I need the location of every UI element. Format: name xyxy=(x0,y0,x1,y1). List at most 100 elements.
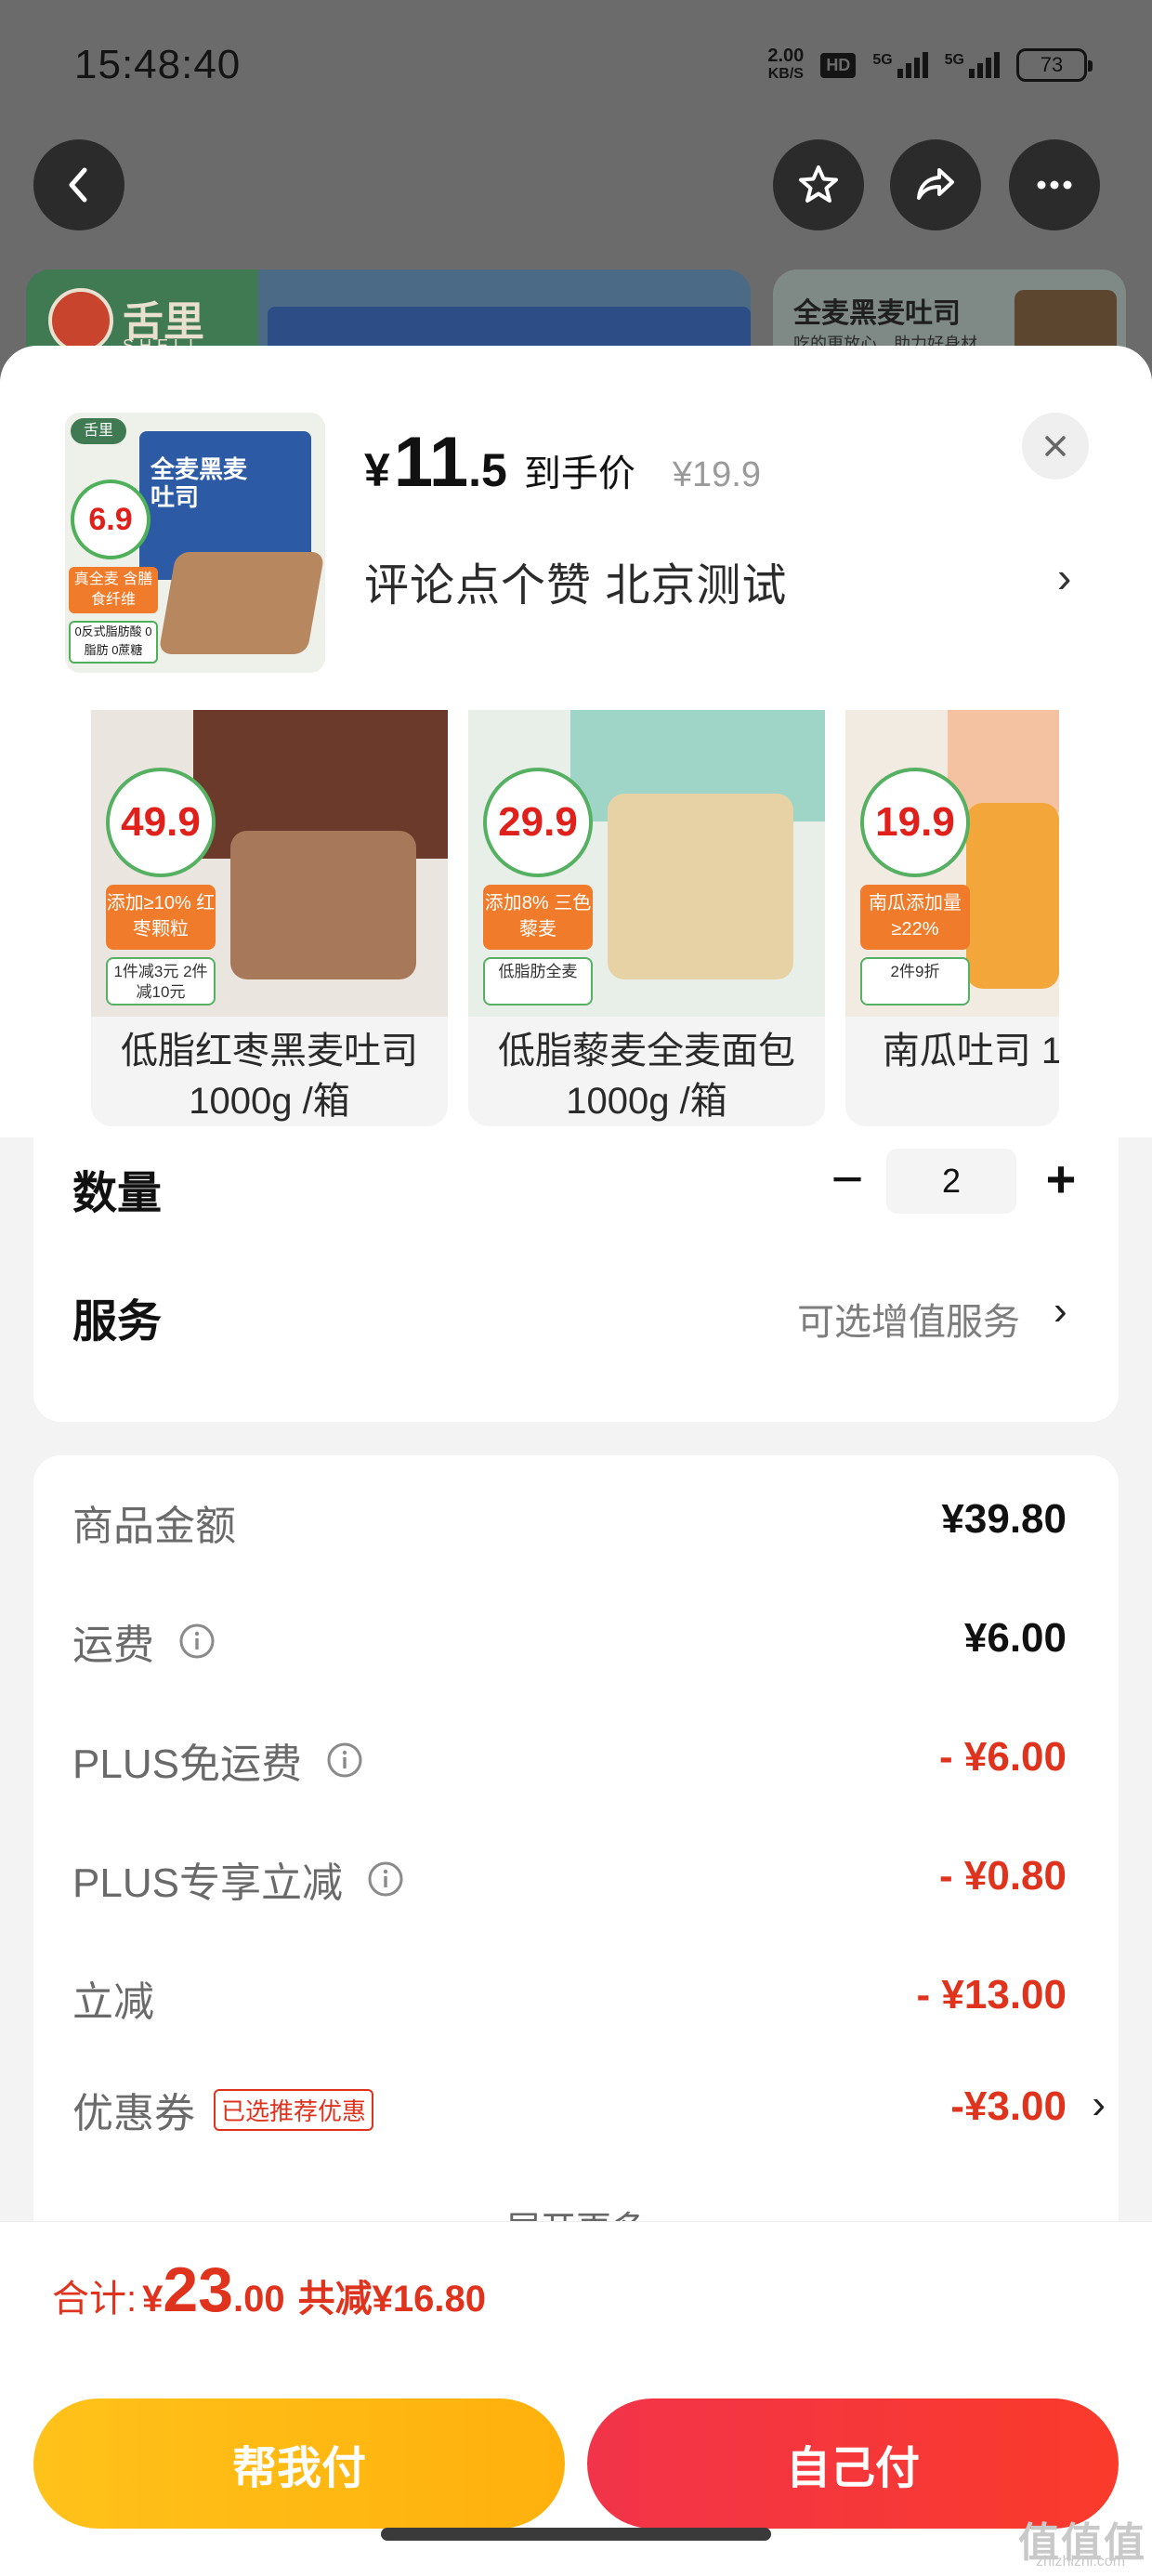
price-row-coupon[interactable]: 优惠券 已选推荐优惠 -¥3.00 › xyxy=(72,2080,1106,2154)
quantity-label: 数量 xyxy=(72,1169,163,1218)
price-decimal: .5 xyxy=(468,444,507,496)
signal-icon-2: 5G xyxy=(945,52,1000,78)
watermark-sub: zhizhizhi.com xyxy=(1035,2554,1126,2569)
net-speed-unit: KB/S xyxy=(767,66,804,82)
variant-tag-2: 低脂肪全麦 xyxy=(483,957,593,1005)
price-row-plus-shipping: PLUS免运费 - ¥6.00 xyxy=(72,1730,1067,1805)
close-icon xyxy=(1045,436,1066,456)
price-row-plus-discount: PLUS专享立减 - ¥0.80 xyxy=(72,1849,1067,1924)
total-symbol: ¥ xyxy=(142,2279,164,2320)
purchase-sheet: 全麦黑麦吐司 舌里 6.9 真全麦 含膳食纤维 0反式脂肪酸 0脂肪 0蔗糖 ¥… xyxy=(0,346,1152,2576)
chevron-right-icon[interactable]: › xyxy=(1057,552,1071,602)
thumb-price-badge: 6.9 xyxy=(71,480,151,559)
variant-tag-2: 2件9折 xyxy=(860,957,970,1005)
price-value: ¥6.00 xyxy=(963,1615,1067,1661)
back-arrow-icon xyxy=(69,167,87,203)
friend-pay-button[interactable]: 帮我付 xyxy=(33,2399,565,2529)
variant-carousel[interactable]: 49.9 添加≥10% 红枣颗粒 1件减3元 2件减10元 低脂红枣黑麦吐司 1… xyxy=(0,710,1152,1137)
quantity-input[interactable]: 2 xyxy=(886,1149,1016,1214)
thumb-tag: 真全麦 含膳食纤维 xyxy=(69,567,158,613)
price-label: 运费 xyxy=(72,1611,216,1671)
total-label: 合计: xyxy=(52,2279,137,2320)
chevron-right-icon[interactable]: › xyxy=(1092,2082,1106,2128)
hd-icon: HD xyxy=(820,52,857,78)
row-label: PLUS免运费 xyxy=(72,1741,302,1787)
row-label: 运费 xyxy=(72,1623,154,1668)
total-decimal: .00 xyxy=(233,2279,285,2320)
price-label: 商品金额 xyxy=(72,1492,236,1552)
variant-option[interactable]: 19.9 南瓜添加量 ≥22% 2件9折 南瓜吐司 1000g / xyxy=(845,710,1059,1126)
share-button[interactable] xyxy=(890,139,981,230)
price-label: 立减 xyxy=(72,1968,154,2028)
price-symbol: ¥ xyxy=(364,444,390,496)
variant-tag-2: 1件减3元 2件减10元 xyxy=(106,957,216,1005)
star-icon xyxy=(799,165,838,203)
price-label: 到手价 xyxy=(523,453,635,494)
variant-tag: 添加8% 三色藜麦 xyxy=(483,885,593,950)
service-option-link[interactable]: 可选增值服务 xyxy=(797,1292,1020,1346)
quantity-decrease-button[interactable]: − xyxy=(819,1149,875,1214)
back-button[interactable] xyxy=(33,139,124,230)
price-label: PLUS专享立减 xyxy=(72,1849,404,1909)
status-bar: 15:48:40 2.00 KB/S HD 5G 5G 73 xyxy=(0,0,1152,130)
signal-icon: 5G xyxy=(872,52,928,78)
total-integer: 23 xyxy=(163,2254,234,2325)
quantity-service-card: 数量 − 2 + 服务 可选增值服务 › xyxy=(33,1137,1119,1422)
price-value: -¥3.00 xyxy=(950,2083,1067,2129)
thumb-bread xyxy=(158,552,325,654)
thumb-box-text: 全麦黑麦吐司 xyxy=(151,455,248,511)
price-value: - ¥6.00 xyxy=(939,1734,1067,1780)
net-speed-value: 2.00 xyxy=(767,46,805,66)
info-icon[interactable] xyxy=(178,1623,216,1660)
brand-logo-icon xyxy=(48,288,113,353)
quantity-increase-button[interactable]: + xyxy=(1033,1147,1089,1212)
variant-option[interactable]: 29.9 添加8% 三色藜麦 低脂肪全麦 低脂藜麦全麦面包 1000g /箱 xyxy=(468,710,825,1126)
banner-right-title: 全麦黑麦吐司 xyxy=(793,298,961,329)
row-label: 商品金额 xyxy=(72,1504,236,1549)
variant-price-badge: 49.9 xyxy=(106,768,216,877)
thumb-tag-2: 0反式脂肪酸 0脂肪 0蔗糖 xyxy=(69,621,158,664)
product-summary: 全麦黑麦吐司 舌里 6.9 真全麦 含膳食纤维 0反式脂肪酸 0脂肪 0蔗糖 ¥… xyxy=(0,346,1152,710)
variant-tag: 添加≥10% 红枣颗粒 xyxy=(106,885,216,950)
variant-price-badge: 19.9 xyxy=(860,768,970,877)
selected-variant[interactable]: 评论点个赞 北京测试 xyxy=(364,548,787,613)
product-thumbnail[interactable]: 全麦黑麦吐司 舌里 6.9 真全麦 含膳食纤维 0反式脂肪酸 0脂肪 0蔗糖 xyxy=(65,413,325,673)
price-value: ¥39.80 xyxy=(941,1496,1067,1542)
coupon-badge: 已选推荐优惠 xyxy=(214,2088,374,2131)
variant-tag: 南瓜添加量 ≥22% xyxy=(860,885,970,950)
info-icon[interactable] xyxy=(367,1860,404,1898)
price-row-instant-discount: 立减 - ¥13.00 xyxy=(72,1968,1067,2043)
row-label: PLUS专享立减 xyxy=(72,1860,343,1906)
chevron-right-icon[interactable]: › xyxy=(1054,1288,1067,1334)
more-button[interactable] xyxy=(1009,139,1100,230)
variant-name: 低脂红枣黑麦吐司 1000g /箱 xyxy=(121,1031,418,1122)
total-saving: 共减¥16.80 xyxy=(297,2279,486,2320)
home-indicator[interactable] xyxy=(381,2528,771,2541)
info-icon[interactable] xyxy=(326,1741,363,1779)
network-speed: 2.00 KB/S xyxy=(767,46,804,84)
variant-price-badge: 29.9 xyxy=(483,768,593,877)
checkout-bar: 合计: ¥ 23 .00 共减¥16.80 帮我付 自己付 xyxy=(0,2221,1152,2576)
total-summary: 合计: ¥ 23 .00 共减¥16.80 xyxy=(52,2254,486,2326)
price-row-goods: 商品金额 ¥39.80 xyxy=(72,1492,1067,1567)
variant-image: 19.9 南瓜添加量 ≥22% 2件9折 xyxy=(845,710,1059,1017)
service-label: 服务 xyxy=(72,1297,163,1347)
price-label: 优惠券 已选推荐优惠 xyxy=(72,2080,374,2139)
status-time: 15:48:40 xyxy=(74,42,242,87)
price-value: - ¥0.80 xyxy=(939,1853,1067,1899)
row-label: 优惠券 xyxy=(72,2091,195,2136)
variant-name: 低脂藜麦全麦面包 1000g /箱 xyxy=(498,1031,795,1122)
favorite-button[interactable] xyxy=(773,139,864,230)
signal-label-2: 5G xyxy=(944,52,964,68)
price-label: PLUS免运费 xyxy=(72,1730,363,1790)
price-row-shipping: 运费 ¥6.00 xyxy=(72,1611,1067,1686)
variant-image: 29.9 添加8% 三色藜麦 低脂肪全麦 xyxy=(468,710,825,1017)
close-button[interactable] xyxy=(1022,413,1089,480)
signal-label: 5G xyxy=(872,52,893,68)
variant-image: 49.9 添加≥10% 红枣颗粒 1件减3元 2件减10元 xyxy=(91,710,448,1017)
share-icon xyxy=(917,168,954,200)
status-icons: 2.00 KB/S HD 5G 5G 73 xyxy=(767,46,1093,84)
variant-option[interactable]: 49.9 添加≥10% 红枣颗粒 1件减3元 2件减10元 低脂红枣黑麦吐司 1… xyxy=(91,710,448,1126)
battery-icon: 73 xyxy=(1016,48,1093,82)
price-integer: 11 xyxy=(393,423,469,502)
